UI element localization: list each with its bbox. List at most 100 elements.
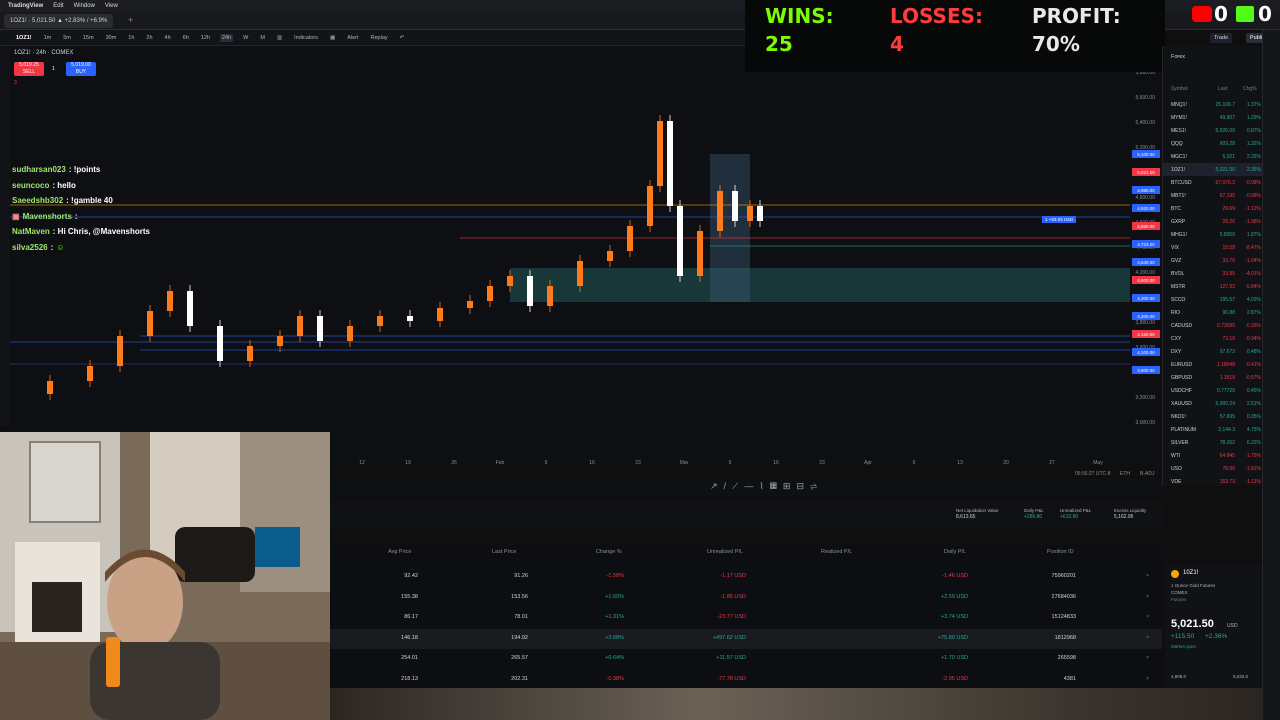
watchlist-row[interactable]: BVOL 33.85 -4.01%: [1163, 267, 1263, 280]
watchlist-row[interactable]: BTCUSD 67,076.3 -0.08%: [1163, 176, 1263, 189]
watchlist-row[interactable]: WTI 64.845 -1.79%: [1163, 449, 1263, 462]
watchlist-row[interactable]: CXY 73.10 -0.34%: [1163, 332, 1263, 345]
header-position-id[interactable]: Position ID: [1047, 549, 1074, 555]
watchlist-symbol: SCCO: [1171, 296, 1186, 303]
header-unrealized[interactable]: Unrealized P/L: [707, 549, 743, 555]
interval-12h[interactable]: 12h: [199, 34, 212, 42]
menu-app-name[interactable]: TradingView: [8, 3, 43, 9]
watchlist-chg: -0.34%: [1245, 335, 1261, 342]
chart-position-label[interactable]: 1 +83.93 USD: [1042, 216, 1077, 223]
interval-5m[interactable]: 5m: [61, 34, 73, 42]
header-change[interactable]: Change %: [596, 549, 622, 555]
header-avg-price[interactable]: Avg Price: [388, 549, 411, 555]
watchlist-last: 78.262: [1219, 439, 1235, 446]
menu-window[interactable]: Window: [74, 3, 95, 9]
watchlist-header[interactable]: Forex: [1171, 54, 1185, 60]
watchlist-row[interactable]: NKD1! 57,695 0.35%: [1163, 410, 1263, 423]
price-tag-label: 5,100.00: [1137, 152, 1155, 157]
position-row[interactable]: 155.38 153.56 +1.60% -1.85 USD +2.59 USD 2768…: [330, 588, 1162, 608]
losses-value: 4: [890, 32, 904, 56]
symbol-search[interactable]: 1OZ1!: [14, 34, 34, 42]
alert-button[interactable]: Alert: [345, 34, 360, 42]
losses-label: LOSSES:: [890, 4, 984, 28]
watchlist-row[interactable]: XAUUSD 5,000.24 2.51%: [1163, 397, 1263, 410]
watchlist-row[interactable]: USO 78.95 -1.81%: [1163, 462, 1263, 475]
header-realized[interactable]: Realized P/L: [821, 549, 852, 555]
avg-price: 218.13: [401, 676, 418, 682]
watchlist-row[interactable]: DXY 97.673 0.48%: [1163, 345, 1263, 358]
watchlist-row[interactable]: MHG1! 5.8050 1.87%: [1163, 228, 1263, 241]
watchlist-row[interactable]: CADUSD 0.73095 -0.33%: [1163, 319, 1263, 332]
indicators-button[interactable]: Indicators: [292, 34, 320, 42]
menu-edit[interactable]: Edit: [53, 3, 63, 9]
position-row[interactable]: 218.13 202.31 -0.38% -77.78 USD -2.05 USD 438…: [330, 670, 1162, 690]
watchlist-chg: 6.22%: [1246, 439, 1261, 446]
header-daily-pl[interactable]: Daily P/L: [944, 549, 966, 555]
watchlist-row[interactable]: QQQ 609.28 1.32%: [1163, 137, 1263, 150]
position-row[interactable]: 146.18 194.92 +3.68% +497.62 USD +75.80 USD 1…: [330, 628, 1162, 649]
watchlist-row[interactable]: VIX 18.58 -8.47%: [1163, 241, 1263, 254]
watchlist-row[interactable]: USDCHF 0.77729 0.45%: [1163, 384, 1263, 397]
watchlist-row[interactable]: MSTR 127.93 -5.84%: [1163, 280, 1263, 293]
watchlist-row[interactable]: VDE 153.73 -1.11%: [1163, 475, 1263, 488]
watchlist-row[interactable]: MBT1! 67,190 -0.98%: [1163, 189, 1263, 202]
watchlist-row[interactable]: RIO 96.88 2.87%: [1163, 306, 1263, 319]
position-row[interactable]: 92.42 91.26 -1.58% -1.17 USD -1.46 USD 759602…: [330, 567, 1162, 587]
watchlist-row[interactable]: 1OZ1! 5,021.50 2.35%: [1163, 163, 1263, 176]
interval-4h[interactable]: 4h: [163, 34, 173, 42]
watchlist-row[interactable]: MNQ1! 25,106.7 1.37%: [1163, 98, 1263, 111]
interval-30m[interactable]: 30m: [104, 34, 119, 42]
header-last-price[interactable]: Last Price: [492, 549, 516, 555]
close-position-icon[interactable]: ×: [1146, 614, 1149, 620]
candle: [697, 231, 703, 276]
watchlist-row[interactable]: BTC 29.69 -1.12%: [1163, 202, 1263, 215]
close-position-icon[interactable]: ×: [1146, 573, 1149, 579]
close-position-icon[interactable]: ×: [1146, 635, 1149, 641]
interval-1h[interactable]: 1h: [126, 34, 136, 42]
new-tab-icon[interactable]: +: [128, 15, 133, 25]
watchlist-row[interactable]: PLATINUM 2,144.3 4.75%: [1163, 423, 1263, 436]
trade-button[interactable]: Trade: [1210, 33, 1233, 43]
interval-2h[interactable]: 2h: [144, 34, 154, 42]
interval-w[interactable]: W: [241, 34, 250, 42]
watchlist-chg: -1.04%: [1245, 257, 1261, 264]
time-axis-label: May: [1093, 460, 1103, 466]
watchlist-row[interactable]: GXRP 28.26 -1.98%: [1163, 215, 1263, 228]
close-position-icon[interactable]: ×: [1146, 676, 1149, 682]
candle: [547, 286, 553, 306]
buy-button[interactable]: 5,019.00 BUY: [66, 62, 96, 76]
layout-icon[interactable]: ▦: [328, 34, 337, 42]
watchlist-row[interactable]: MYM1! 49,907 1.29%: [1163, 111, 1263, 124]
interval-24h[interactable]: 24h: [219, 33, 234, 42]
watchlist-row[interactable]: MGC1! 5,021 2.26%: [1163, 150, 1263, 163]
watchlist-row[interactable]: GBPUSD 1.3519 -0.57%: [1163, 371, 1263, 384]
position-row[interactable]: 254.01 265.57 +0.64% +11.57 USD +1.70 USD 265…: [330, 649, 1162, 669]
interval-6h[interactable]: 6h: [181, 34, 191, 42]
watchlist-row[interactable]: GVZ 33.70 -1.04%: [1163, 254, 1263, 267]
menu-view[interactable]: View: [105, 3, 118, 9]
watchlist-row[interactable]: EURUSD 1.18048 -0.41%: [1163, 358, 1263, 371]
drawing-tools-icons[interactable]: ↗︎/⟋—⌇▦⊞⊟⇌: [710, 481, 823, 492]
candles-icon[interactable]: ▥: [275, 34, 284, 42]
price-tag-label: 3,900.00: [1137, 368, 1155, 373]
detail-symbol[interactable]: 10Z1!: [1183, 570, 1198, 576]
order-qty[interactable]: 1: [52, 66, 55, 72]
position-id: 265598: [1057, 655, 1076, 662]
close-position-icon[interactable]: ×: [1146, 594, 1149, 600]
close-position-icon[interactable]: ×: [1146, 655, 1149, 661]
interval-1m[interactable]: 1m: [42, 34, 54, 42]
symbol-detail: 10Z1! 1 Ounce Gold Futures COMEX Futures…: [1165, 566, 1262, 690]
interval-m[interactable]: M: [258, 34, 267, 42]
tab-chart[interactable]: 1OZ1! · 5,021.50 ▲ +2.83% / +6.9%: [4, 14, 114, 28]
sell-button[interactable]: 5,019.25 SELL: [14, 62, 44, 76]
undo-icon[interactable]: ↶: [398, 34, 407, 42]
market-status: Market open: [1171, 644, 1197, 649]
position-row[interactable]: 86.17 78.01 +1.31% -23.77 USD +3.74 USD 15124…: [330, 608, 1162, 628]
watchlist-row[interactable]: MES1! 6,926.00 0.87%: [1163, 124, 1263, 137]
watchlist-row[interactable]: SCCO 195.57 4.03%: [1163, 293, 1263, 306]
interval-15m[interactable]: 15m: [81, 34, 96, 42]
replay-button[interactable]: Replay: [369, 34, 390, 42]
watchlist-row[interactable]: SILVER 78.262 6.22%: [1163, 436, 1263, 449]
last-price: 91.26: [514, 573, 528, 579]
buy-label: BUY: [75, 69, 87, 75]
